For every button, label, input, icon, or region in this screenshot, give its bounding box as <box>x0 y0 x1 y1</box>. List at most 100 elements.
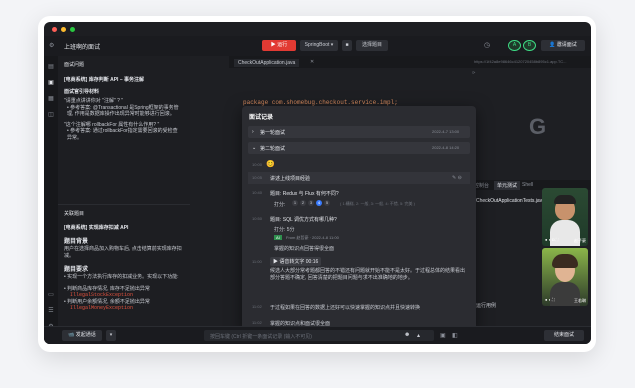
score-label: 打分: <box>274 202 286 208</box>
record-input[interactable]: 按回车键 (Ctrl 折键一条面试记录 (输入不可见) ☻ ▴ <box>204 330 434 341</box>
record-text: 题目: Redux 与 Flux 有何不同? <box>270 191 339 197</box>
mic-icon[interactable]: ● ◗ ⛶ <box>545 297 555 302</box>
start-call-button[interactable]: 📹 发起通话 <box>62 330 102 341</box>
record-text: 于过程如果在回答的数据上还好可以快速掌握的知识点并且快速转换 <box>270 305 421 311</box>
interview-record-modal: 面试记录 › 第一轮面试 2022-4-7 13:00 ⌄ 第二轮面试 2022… <box>242 106 476 334</box>
mic-icon[interactable]: ● ◗ ◘ ⛶ <box>545 237 558 242</box>
record-item[interactable]: 10:05 讲述上线项目经验 ✎ ⊖ <box>248 172 470 184</box>
answer-text: • 参考答案: 通过rollbackFor指定需要回滚的受检查异常。 <box>67 128 178 141</box>
start-call-label: 发起通话 <box>75 332 96 338</box>
related-question-title: [电商系统] 实现库存扣减 API <box>64 225 129 231</box>
file-icon[interactable]: ▤ <box>48 64 54 70</box>
audio-transcript-chip[interactable]: ▶ 语音转文字 00:16 <box>270 257 322 266</box>
requirement-text: • 实现一个方法执行库存的扣减业务。实现以下功能: <box>64 274 179 280</box>
score-option[interactable]: 2 <box>300 200 306 206</box>
line-gutter <box>190 56 229 326</box>
layout-icon[interactable]: ◧ <box>452 332 458 339</box>
tab-checkout-application[interactable]: CheckOutApplication.java <box>234 59 300 67</box>
emoji-icon[interactable]: ☻ <box>404 332 410 338</box>
video-tile[interactable]: ● ◗ ⛶ 王若琳 <box>542 248 588 306</box>
requirement-heading: 题目要求 <box>64 267 89 273</box>
round-two-header[interactable]: ⌄ 第二轮面试 2022-4-8 14:20 <box>248 142 470 154</box>
bottom-bar: 📹 发起通话 ▾ 按回车键 (Ctrl 折键一条面试记录 (输入不可见) ☻ ▴… <box>44 326 591 344</box>
preview-url[interactable]: https://1f42a8e98646c4120720458b895c1.ap… <box>474 59 567 64</box>
logo-icon: G <box>529 114 547 139</box>
framework-label: SpringBoot <box>304 42 330 48</box>
framework-select[interactable]: SpringBoot ▾ <box>300 40 338 51</box>
code-icon[interactable]: ◫ <box>48 112 54 118</box>
score-option[interactable]: 4 <box>316 200 322 206</box>
subsection-title: 面试官引导材料 <box>64 89 100 95</box>
app-window: ⚙ 上班啊的面试 ▶ 运行 SpringBoot ▾ ■ 选择题目 ◷ A B … <box>44 22 591 344</box>
ai-badge: AI <box>274 235 282 240</box>
record-input-placeholder: 按回车键 (Ctrl 折键一条面试记录 (输入不可见) <box>210 334 312 340</box>
record-time: 10:50 <box>252 216 263 221</box>
background-text: 用户在选择商品加入购物车后, 点击结算前实现库存扣减。 <box>64 246 182 259</box>
top-toolbar: ⚙ 上班啊的面试 ▶ 运行 SpringBoot ▾ ■ 选择题目 ◷ A B … <box>44 36 591 57</box>
run-button[interactable]: ▶ 运行 <box>262 40 296 51</box>
record-time: 11:02 <box>252 304 262 309</box>
participant-name: 王若琳 <box>574 298 586 303</box>
round-label: 第二轮面试 <box>260 146 286 152</box>
run-case-label[interactable]: 运行用例 <box>476 302 496 309</box>
record-text: 题目: SQL 调优方式有哪几种? <box>270 217 337 223</box>
chat-icon[interactable]: ▭ <box>48 292 54 298</box>
book-icon[interactable]: ▣ <box>48 80 54 86</box>
maximize-dot[interactable] <box>70 27 75 32</box>
record-item: 11:02 于过程如果在回答的数据上还好可以快速掌握的知识点并且快速转换 <box>248 302 470 312</box>
edit-icon[interactable]: ✎ ⊖ <box>452 175 462 181</box>
invite-button[interactable]: 👤 邀请面试 <box>541 40 585 51</box>
score-picker[interactable]: 12345 <box>292 200 332 206</box>
background-heading: 题目背景 <box>64 239 89 245</box>
record-item: 10:40 题目: Redux 与 Flux 有何不同? 打分: 12345 (… <box>248 188 470 212</box>
test-file-name[interactable]: CheckOutApplicationTests.java <box>476 198 545 204</box>
avatar[interactable]: A <box>508 40 521 51</box>
code-line: package com.shomebug.checkout.service.im… <box>243 99 398 106</box>
divider <box>58 204 190 205</box>
close-icon[interactable]: ✕ <box>310 59 314 65</box>
call-options-icon[interactable]: ▾ <box>106 330 116 341</box>
audio-label: 语音转文字 00:16 <box>279 259 319 265</box>
person-hair <box>552 254 578 268</box>
grid-icon[interactable]: ▦ <box>48 96 54 102</box>
icon-sidebar: ▤ ▣ ▦ ◫ ▭ ☰ ⚙ <box>44 56 59 344</box>
record-item: 11:00 ▶ 语音转文字 00:16 候选人大部分常考题都回答的不错还有问题就… <box>248 256 470 302</box>
record-time: 11:02 <box>252 320 262 325</box>
tab-unit-test[interactable]: 单元测试 <box>494 181 521 190</box>
score-option[interactable]: 3 <box>308 200 314 206</box>
record-item: 10:00 😊 <box>248 160 470 170</box>
minimize-dot[interactable] <box>61 27 66 32</box>
score-option[interactable]: 5 <box>324 200 330 206</box>
answer-text: • 参考答案: @Transactional 是Spring框架的事务管理, 作… <box>67 104 179 118</box>
score-option[interactable]: 1 <box>292 200 298 206</box>
modal-title: 面试记录 <box>249 115 274 121</box>
framework-info-icon[interactable]: ■ <box>342 40 352 51</box>
record-time: 10:05 <box>252 175 263 180</box>
end-interview-button[interactable]: 结束面试 <box>544 330 584 341</box>
send-icon[interactable]: ▴ <box>417 332 420 339</box>
timer-icon[interactable]: ◷ <box>484 41 490 49</box>
round-one-header[interactable]: › 第一轮面试 2022-4-7 13:00 <box>248 126 470 138</box>
list-icon[interactable]: ☰ <box>48 308 54 314</box>
person-hair <box>554 195 576 204</box>
ai-source: From 赵哲豪 · 2022-4-8 11:00 <box>286 235 339 240</box>
run-label: 运行 <box>277 42 288 48</box>
related-title: 关联题目 <box>64 211 85 217</box>
settings-icon[interactable]: ⚙ <box>49 42 54 49</box>
record-item: 10:50 题目: SQL 调优方式有哪几种? 打分: 5分 AI From 赵… <box>248 214 470 254</box>
refresh-icon[interactable]: ⟳ <box>472 70 475 75</box>
round-time: 2022-4-8 14:20 <box>432 145 460 150</box>
score-hint: ( 1:糟糕, 2: 一般, 3: 一般, 4: 不错, 5: 完美 ) <box>340 201 415 206</box>
ai-comment: 掌握的知识点回答得很全面 <box>274 246 335 252</box>
tab-console[interactable]: 控制台 <box>474 182 489 189</box>
record-time: 11:00 <box>252 259 262 264</box>
tab-shell[interactable]: Shell <box>522 182 533 188</box>
avatar[interactable]: B <box>523 40 536 51</box>
record-text: 讲述上线项目经验 <box>270 176 311 182</box>
choose-question-button[interactable]: 选择题目 <box>356 40 388 51</box>
screen-share-icon[interactable]: ▣ <box>440 332 446 339</box>
record-time: 10:40 <box>252 190 263 195</box>
close-dot[interactable] <box>52 27 57 32</box>
code-snippet: IllegalMoneyException <box>70 305 134 311</box>
video-tile[interactable]: ● ◗ ◘ ⛶ 赵子豪 <box>542 188 588 246</box>
